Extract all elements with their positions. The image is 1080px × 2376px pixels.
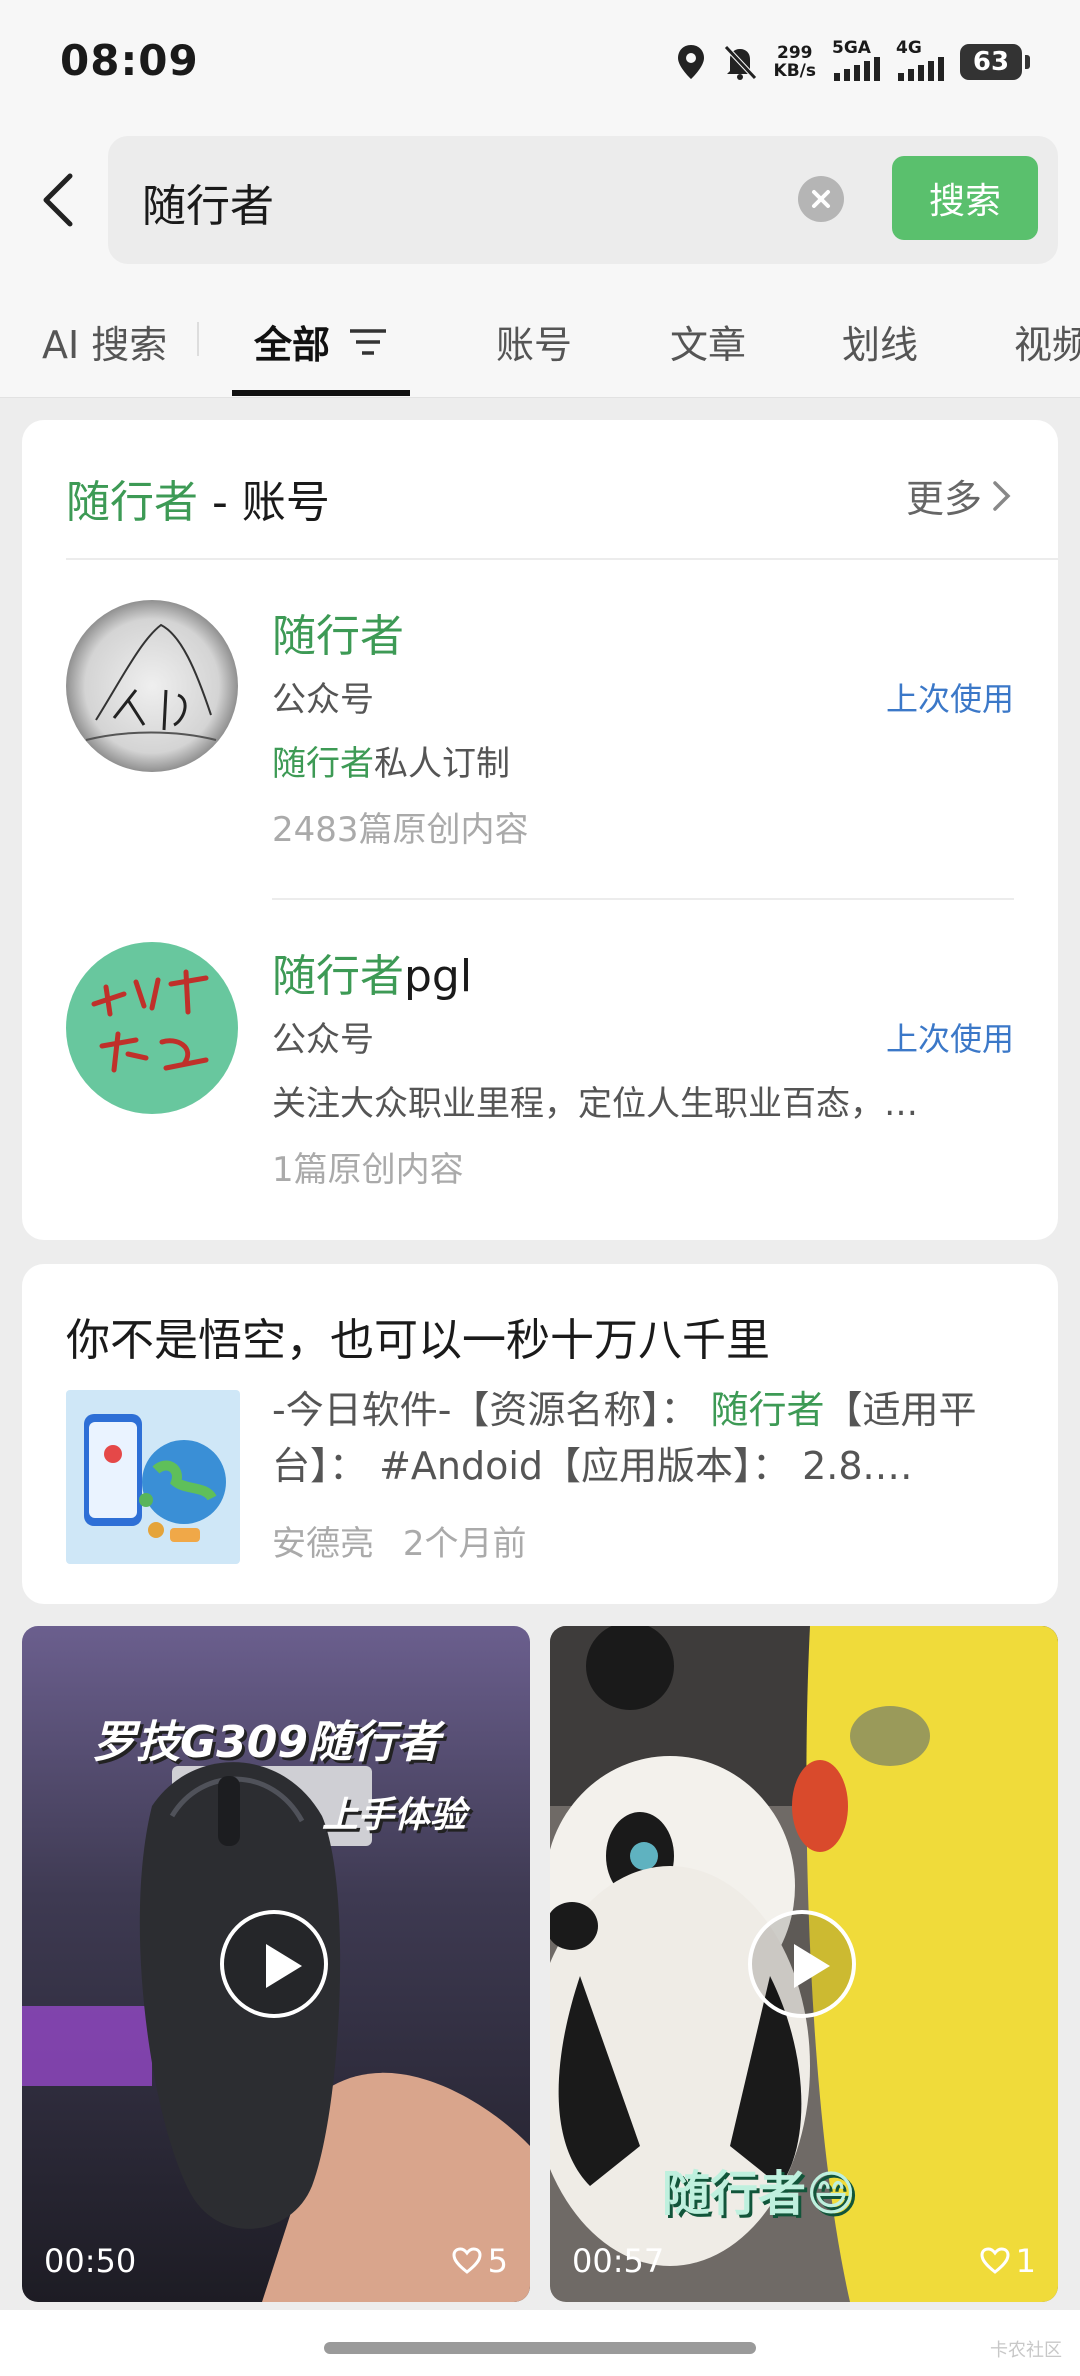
search-bar: 随行者 搜索 xyxy=(0,120,1080,280)
status-bar: 08:09 299 KB/s 5GA 4G 63 xyxy=(0,0,1080,120)
tab-divider xyxy=(197,322,199,356)
network-5ga: 5GA xyxy=(832,39,880,85)
tab-ai-search[interactable]: AI 搜索 xyxy=(42,314,167,369)
account-article-count: 1篇原创内容 xyxy=(272,1150,464,1190)
battery-icon: 63 xyxy=(960,44,1030,80)
clear-icon[interactable] xyxy=(798,176,844,222)
close-icon xyxy=(812,190,830,208)
tab-bar: AI 搜索 全部 账号 文章 划线 视频 xyxy=(0,280,1080,398)
tab-articles[interactable]: 文章 xyxy=(670,314,746,369)
network-4g: 4G xyxy=(896,39,944,85)
avatar[interactable] xyxy=(66,942,238,1114)
article-thumbnail[interactable] xyxy=(66,1390,240,1564)
account-type: 公众号 xyxy=(272,1020,374,1060)
video-caption: 罗技G309随行者 xyxy=(92,1717,440,1768)
video-likes: 1 xyxy=(980,2242,1036,2280)
heart-icon xyxy=(980,2247,1010,2274)
account-name[interactable]: 随行者pgl xyxy=(272,940,472,1004)
avatar-calligraphy xyxy=(91,969,209,1073)
video-likes: 5 xyxy=(452,2242,508,2280)
net-speed: 299 KB/s xyxy=(773,43,816,81)
search-input[interactable]: 随行者 搜索 xyxy=(108,136,1058,264)
more-button[interactable]: 更多 xyxy=(906,468,1014,523)
signal-icon xyxy=(898,57,944,81)
accounts-card-title: 随行者 - 账号 xyxy=(66,477,330,528)
tab-highlights[interactable]: 划线 xyxy=(842,314,918,369)
last-used-label: 上次使用 xyxy=(885,680,1014,718)
article-author: 安德亮 xyxy=(272,1524,374,1564)
account-name[interactable]: 随行者 xyxy=(272,600,404,664)
video-card[interactable]: 随行者😄 00:57 1 xyxy=(550,1626,1058,2302)
tab-all[interactable]: 全部 xyxy=(254,314,388,369)
bell-off-icon xyxy=(723,45,757,80)
chevron-right-icon xyxy=(993,480,1011,511)
play-icon[interactable] xyxy=(220,1910,328,2018)
tab-videos[interactable]: 视频 xyxy=(1014,314,1080,369)
phone-globe-image xyxy=(66,1390,240,1564)
video-card[interactable]: 罗技G309随行者 上手体验 00:50 5 xyxy=(22,1626,530,2302)
divider xyxy=(272,898,1014,900)
status-time: 08:09 xyxy=(60,36,199,85)
signal-icon xyxy=(834,57,880,81)
video-duration: 00:57 xyxy=(572,2242,665,2280)
avatar-calligraphy xyxy=(85,623,217,741)
last-used-label: 上次使用 xyxy=(885,1020,1014,1058)
article-time: 2个月前 xyxy=(402,1524,527,1564)
play-icon[interactable] xyxy=(748,1910,856,2018)
avatar[interactable] xyxy=(66,600,238,772)
accounts-card: 随行者 - 账号 更多 随行者 公众号 上次使用 随行者私人订制 2483篇原创… xyxy=(22,420,1058,1240)
article-title[interactable]: 你不是悟空，也可以一秒十万八千里 xyxy=(66,1304,770,1368)
account-type: 公众号 xyxy=(272,680,374,720)
search-query[interactable]: 随行者 xyxy=(142,170,274,234)
divider xyxy=(66,558,1058,560)
search-button[interactable]: 搜索 xyxy=(892,156,1038,240)
account-description: 随行者私人订制 xyxy=(272,744,510,784)
status-icons: 299 KB/s 5GA 4G 63 xyxy=(676,38,1030,86)
watermark: 卡农社区 xyxy=(990,2340,1062,2361)
tab-accounts[interactable]: 账号 xyxy=(496,314,572,369)
video-caption: 随行者😄 xyxy=(662,2166,857,2222)
back-arrow-icon[interactable] xyxy=(36,170,84,230)
video-duration: 00:50 xyxy=(44,2242,137,2280)
heart-icon xyxy=(452,2247,482,2274)
article-meta: 安德亮 2个月前 xyxy=(272,1516,526,1565)
home-indicator[interactable] xyxy=(324,2342,756,2354)
article-snippet: -今日软件-【资源名称】： 随行者【适用平台】： #Andoid【应用版本】： … xyxy=(272,1388,977,1488)
account-article-count: 2483篇原创内容 xyxy=(272,810,529,850)
tab-all-label: 全部 xyxy=(254,323,331,367)
tab-active-indicator xyxy=(232,390,410,396)
video-caption-sub: 上手体验 xyxy=(322,1795,467,1836)
filter-icon[interactable] xyxy=(348,325,388,359)
article-card[interactable]: 你不是悟空，也可以一秒十万八千里 -今日软件-【资源名称】： 随行者【适用平台】… xyxy=(22,1264,1058,1604)
account-description: 关注大众职业里程，定位人生职业百态，… xyxy=(272,1084,918,1124)
location-icon xyxy=(677,45,704,79)
